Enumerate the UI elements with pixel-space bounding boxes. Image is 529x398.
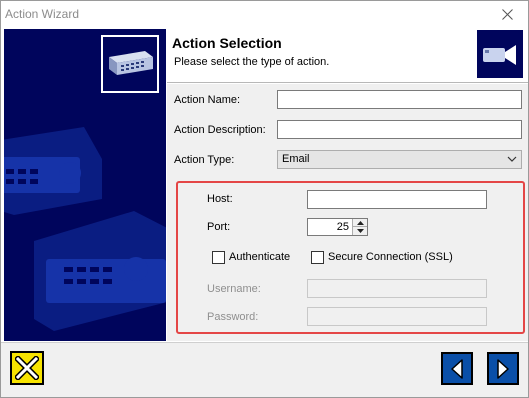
- action-description-label: Action Description:: [174, 124, 266, 136]
- wizard-header: Action Selection Please select the type …: [167, 29, 528, 83]
- host-field[interactable]: [307, 190, 487, 209]
- page-subtitle: Please select the type of action.: [174, 56, 330, 68]
- password-label: Password:: [207, 311, 259, 323]
- port-stepper-buttons: [352, 219, 367, 235]
- next-button[interactable]: [487, 352, 519, 385]
- ssl-checkbox[interactable]: [311, 251, 324, 264]
- host-label: Host:: [207, 193, 233, 205]
- port-increment-button[interactable]: [353, 219, 367, 227]
- authenticate-checkbox[interactable]: [212, 251, 225, 264]
- camera-icon: [483, 45, 516, 65]
- close-window-button[interactable]: [486, 1, 528, 28]
- username-field[interactable]: [307, 279, 487, 298]
- port-decrement-button[interactable]: [353, 227, 367, 235]
- dvr-thumbnail: [101, 35, 159, 93]
- triangle-up-icon: [356, 220, 364, 225]
- authenticate-label: Authenticate: [229, 251, 291, 263]
- action-wizard-window: Action Wizard Action Selection Please se…: [0, 0, 529, 398]
- port-stepper[interactable]: 25: [307, 218, 368, 236]
- action-type-label: Action Type:: [174, 154, 235, 166]
- dvr-icon: [109, 51, 153, 75]
- password-field[interactable]: [307, 307, 487, 326]
- triangle-down-icon: [356, 229, 364, 233]
- action-name-field[interactable]: [277, 90, 522, 109]
- close-icon: [501, 9, 513, 20]
- back-button[interactable]: [441, 352, 473, 385]
- arrow-right-icon: [497, 358, 509, 379]
- chevron-down-icon: [507, 156, 517, 162]
- action-type-select[interactable]: Email: [277, 150, 522, 169]
- action-type-selected-value: Email: [282, 153, 310, 165]
- ssl-label: Secure Connection (SSL): [328, 251, 453, 263]
- close-x-icon: [15, 356, 39, 380]
- username-label: Username:: [207, 283, 261, 295]
- title-bar: Action Wizard: [1, 1, 528, 28]
- cancel-button[interactable]: [10, 351, 44, 385]
- header-icon-box: [476, 29, 524, 79]
- arrow-left-icon: [451, 358, 463, 379]
- side-banner: [4, 29, 166, 341]
- action-description-field[interactable]: [277, 120, 522, 139]
- port-label: Port:: [207, 221, 231, 233]
- port-value: 25: [336, 221, 349, 233]
- page-title: Action Selection: [172, 35, 282, 51]
- action-name-label: Action Name:: [174, 94, 241, 106]
- window-title: Action Wizard: [5, 7, 80, 21]
